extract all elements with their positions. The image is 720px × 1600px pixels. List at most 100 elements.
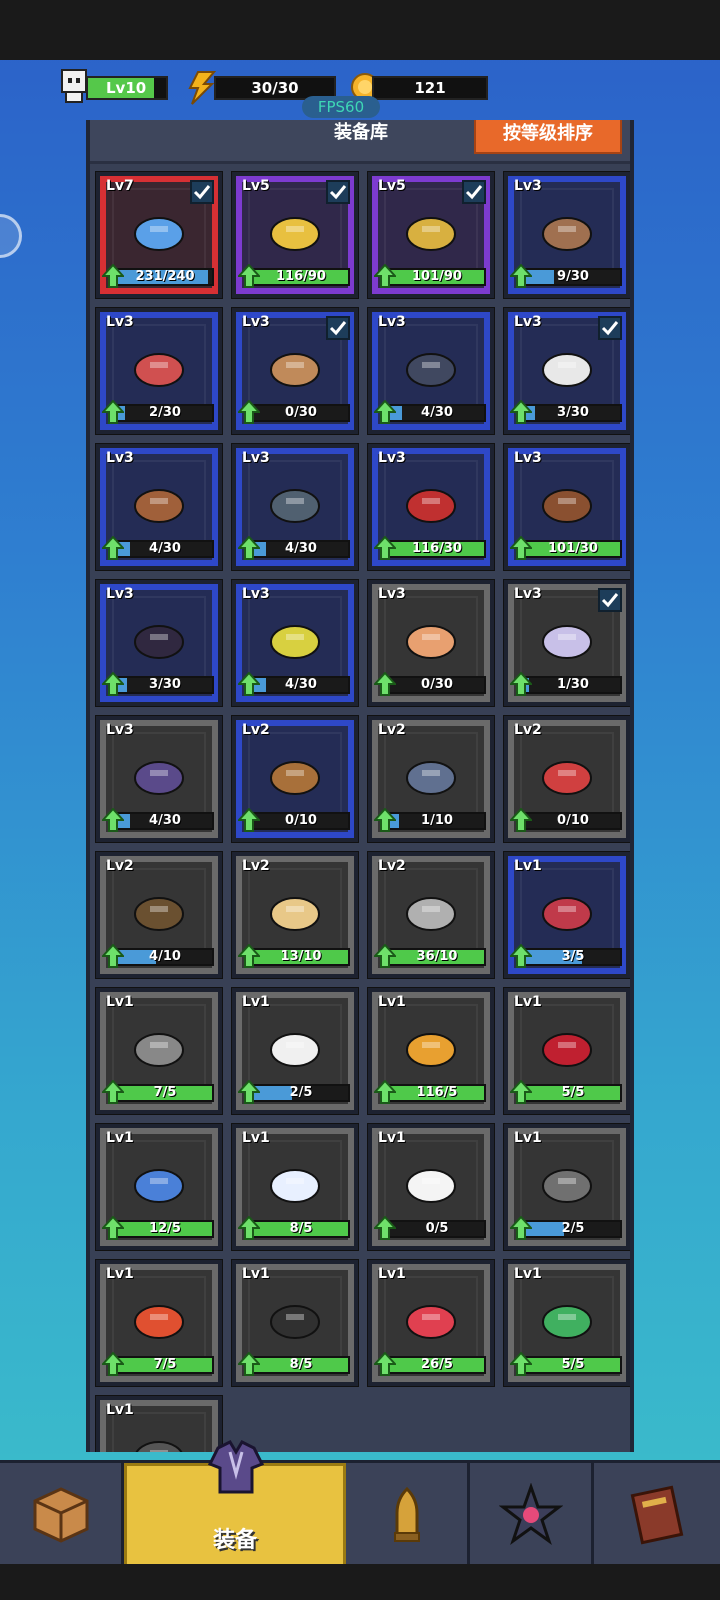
upgrade-progress-bar: 2/5 bbox=[524, 1220, 622, 1238]
ammo-tab[interactable] bbox=[346, 1463, 470, 1567]
equipment-card[interactable]: Lv3 3/30 bbox=[504, 308, 630, 434]
equipment-card[interactable]: Lv1 8/5 bbox=[232, 1260, 358, 1386]
upgrade-arrow-icon bbox=[510, 1352, 532, 1376]
equipment-card[interactable]: Lv3 4/30 bbox=[96, 444, 222, 570]
crate-tab[interactable] bbox=[0, 1463, 124, 1567]
equipment-card[interactable]: Lv3 0/30 bbox=[232, 308, 358, 434]
floating-assist-button[interactable] bbox=[0, 214, 22, 258]
progress-text: 4/30 bbox=[285, 541, 317, 556]
gem-tab[interactable] bbox=[470, 1463, 594, 1567]
shotgun-icon bbox=[542, 489, 592, 523]
syringe-icon bbox=[134, 1305, 184, 1339]
equipment-card[interactable]: Lv5 101/90 bbox=[368, 172, 494, 298]
equipment-card[interactable]: Lv3 2/30 bbox=[96, 308, 222, 434]
equipment-card[interactable]: Lv2 0/10 bbox=[504, 716, 630, 842]
upgrade-progress-bar: 5/5 bbox=[524, 1356, 622, 1374]
equipment-card[interactable]: Lv1 8/5 bbox=[232, 1124, 358, 1250]
equipment-card[interactable]: Lv3 4/30 bbox=[232, 444, 358, 570]
equipment-card[interactable]: Lv2 4/10 bbox=[96, 852, 222, 978]
progress-text: 2/5 bbox=[561, 1221, 585, 1236]
book-tab[interactable] bbox=[594, 1463, 720, 1567]
equipment-card[interactable]: Lv3 4/30 bbox=[96, 716, 222, 842]
progress-text: 4/30 bbox=[149, 813, 181, 828]
bottom-nav: 装备 bbox=[0, 1460, 720, 1567]
equipment-card[interactable]: Lv3 101/30 bbox=[504, 444, 630, 570]
shield-icon bbox=[406, 1305, 456, 1339]
sneakers-icon bbox=[406, 625, 456, 659]
equipment-card[interactable]: Lv3 116/30 bbox=[368, 444, 494, 570]
progress-text: 9/30 bbox=[557, 269, 589, 284]
fps-indicator: FPS60 bbox=[302, 96, 380, 118]
equipment-card[interactable]: Lv3 1/30 bbox=[504, 580, 630, 706]
equipment-card[interactable]: Lv2 1/10 bbox=[368, 716, 494, 842]
equipped-check-icon bbox=[598, 588, 622, 612]
equipment-card[interactable]: Lv3 9/30 bbox=[504, 172, 630, 298]
sort-by-level-button[interactable]: 按等级排序 bbox=[474, 120, 622, 154]
equipped-check-icon bbox=[326, 180, 350, 204]
equipment-card[interactable]: Lv1 2/5 bbox=[232, 988, 358, 1114]
white-cloth-icon bbox=[406, 1169, 456, 1203]
equipment-card[interactable]: Lv1 7/5 bbox=[96, 988, 222, 1114]
mace-icon bbox=[406, 897, 456, 931]
upgrade-progress-bar: 2/30 bbox=[116, 404, 214, 422]
upgrade-arrow-icon bbox=[510, 672, 532, 696]
upgrade-progress-bar: 4/30 bbox=[388, 404, 486, 422]
laser-gun-icon bbox=[134, 625, 184, 659]
book-icon bbox=[630, 1485, 684, 1545]
item-level: Lv3 bbox=[514, 586, 542, 602]
item-level: Lv1 bbox=[378, 994, 406, 1010]
panel-title: 装备库 bbox=[334, 122, 388, 143]
straw-hat-icon bbox=[270, 761, 320, 795]
upgrade-progress-bar: 1/30 bbox=[524, 676, 622, 694]
equipment-card[interactable]: Lv1 3/5 bbox=[504, 852, 630, 978]
white-coat-icon bbox=[270, 1169, 320, 1203]
equipment-card[interactable]: Lv3 0/30 bbox=[368, 580, 494, 706]
upgrade-arrow-icon bbox=[510, 1216, 532, 1240]
equipment-card[interactable]: Lv1 12/5 bbox=[96, 1124, 222, 1250]
progress-text: 3/30 bbox=[557, 405, 589, 420]
equipment-card[interactable]: Lv1 5/5 bbox=[504, 988, 630, 1114]
bullet-icon bbox=[393, 1486, 420, 1542]
equipment-card[interactable]: Lv7 231/240 bbox=[96, 172, 222, 298]
progress-text: 8/5 bbox=[289, 1221, 313, 1236]
equipment-card[interactable]: Lv2 36/10 bbox=[368, 852, 494, 978]
progress-text: 116/5 bbox=[416, 1085, 458, 1100]
upgrade-arrow-icon bbox=[238, 536, 260, 560]
upgrade-arrow-icon bbox=[374, 536, 396, 560]
progress-text: 8/5 bbox=[289, 1357, 313, 1372]
progress-text: 0/5 bbox=[425, 1221, 449, 1236]
leather-boots-icon bbox=[270, 353, 320, 387]
equipped-check-icon bbox=[598, 316, 622, 340]
equipment-card[interactable]: Lv3 4/30 bbox=[232, 580, 358, 706]
progress-text: 101/30 bbox=[548, 541, 598, 556]
equipment-card[interactable]: Lv3 3/30 bbox=[96, 580, 222, 706]
player-level: Lv10 bbox=[106, 79, 147, 97]
upgrade-arrow-icon bbox=[102, 672, 124, 696]
equipped-check-icon bbox=[462, 180, 486, 204]
equipment-card[interactable]: Lv1 116/5 bbox=[368, 988, 494, 1114]
equipment-tab-label: 装备 bbox=[212, 1528, 257, 1553]
coin-counter[interactable]: 121 bbox=[372, 76, 488, 100]
upgrade-progress-bar: 101/30 bbox=[524, 540, 622, 558]
equipment-card[interactable]: Lv1 7/5 bbox=[96, 1260, 222, 1386]
equipment-card[interactable]: Lv2 13/10 bbox=[232, 852, 358, 978]
upgrade-arrow-icon bbox=[102, 536, 124, 560]
equipment-card[interactable]: Lv1 2/5 bbox=[504, 1124, 630, 1250]
item-level: Lv3 bbox=[106, 314, 134, 330]
progress-text: 1/30 bbox=[557, 677, 589, 692]
equipment-card[interactable]: Lv2 0/10 bbox=[232, 716, 358, 842]
beast-head-icon bbox=[270, 897, 320, 931]
big-cannon-icon bbox=[270, 625, 320, 659]
dark-glove-icon bbox=[542, 217, 592, 251]
upgrade-progress-bar: 231/240 bbox=[116, 268, 214, 286]
equipment-card[interactable]: Lv1 5/5 bbox=[504, 1260, 630, 1386]
equipment-card[interactable]: Lv1 26/5 bbox=[368, 1260, 494, 1386]
equipment-card[interactable]: Lv1 0/5 bbox=[368, 1124, 494, 1250]
equipment-card[interactable]: Lv3 4/30 bbox=[368, 308, 494, 434]
item-level: Lv7 bbox=[106, 178, 134, 194]
top-hud: Lv10 30/30 121 FPS60 bbox=[0, 66, 720, 118]
progress-text: 36/10 bbox=[416, 949, 458, 964]
upgrade-progress-bar: 8/5 bbox=[252, 1356, 350, 1374]
progress-text: 26/5 bbox=[421, 1357, 453, 1372]
equipment-card[interactable]: Lv5 116/90 bbox=[232, 172, 358, 298]
